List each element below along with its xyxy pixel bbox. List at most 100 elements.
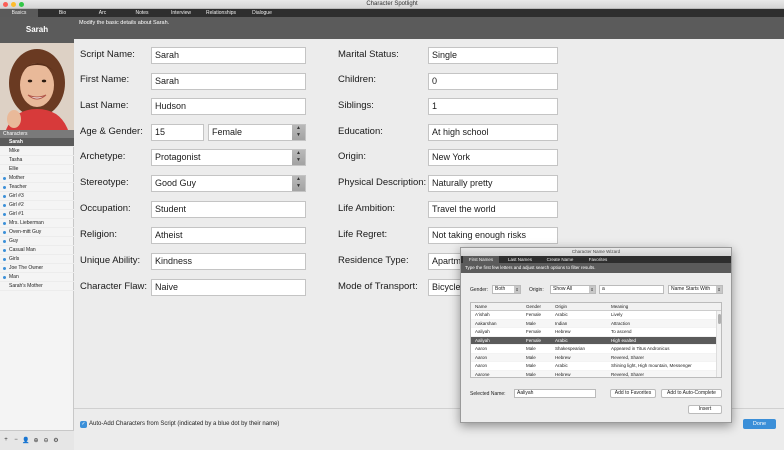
character-list-item[interactable]: Oven-mitt Guy [0,228,74,237]
character-list-item[interactable]: Joe The Owner [0,264,74,273]
wizard-search-input[interactable]: a [599,285,664,294]
names-table-row[interactable]: Aakarshan Male Indian Attraction [471,319,721,328]
person-icon[interactable]: 👤 [22,437,30,450]
tab-bio[interactable]: Bio [50,9,75,17]
minimize-window-button[interactable] [11,2,16,7]
insert-button[interactable]: Insert [688,405,722,414]
children-field[interactable]: 0 [428,73,558,90]
name-cell: Aaron [475,346,488,351]
stereotype-select[interactable]: Good Guy ▲ ▼ [151,175,306,192]
origin-field[interactable]: New York [428,149,558,166]
character-list-item[interactable]: Tasha [0,156,74,165]
character-flaw-field[interactable]: Naive [151,279,306,296]
script-name-field[interactable]: Sarah [151,47,306,64]
character-list-item[interactable]: Girl #2 [0,201,74,210]
wizard-match-select[interactable]: Name Starts With ⇕ [668,285,723,294]
plus-icon[interactable]: + [2,437,10,450]
names-table-row[interactable]: Aaron Male Shakespearian Appeared in Titus … [471,345,721,354]
gear-icon[interactable]: ⚙ [52,437,60,450]
zoom-window-button[interactable] [19,2,24,7]
archetype-label: Archetype: [80,151,126,162]
tab-interview[interactable]: Interview [165,9,197,17]
add-to-auto-complete-button[interactable]: Add to Auto-Complete [661,389,722,398]
origin-cell: Arabic [555,363,568,368]
age-field[interactable]: 15 [151,124,204,141]
zoom-in-icon[interactable]: ⊕ [32,437,40,450]
religion-field[interactable]: Atheist [151,227,306,244]
wizard-origin-value: Show All [553,286,573,292]
character-list-item[interactable]: Casual Man [0,246,74,255]
names-table-header: Name Gender Origin Meaning [471,303,721,311]
names-table-row[interactable]: Aaliyah Female Hebrew To ascend [471,328,721,337]
origin-cell: Hebrew [555,329,571,334]
column-gender-header[interactable]: Gender [526,303,541,311]
character-list-item-label: Mike [9,148,20,154]
names-table-row[interactable]: A'ishah Female Arabic Lively [471,311,721,320]
tab-relationships[interactable]: Relationships [202,9,240,17]
character-list-item-label: Oven-mitt Guy [9,229,42,235]
close-window-button[interactable] [3,2,8,7]
updown-arrows-icon: ⇕ [589,286,595,293]
occupation-field[interactable]: Student [151,201,306,218]
character-photo[interactable] [0,43,74,130]
column-name-header[interactable]: Name [475,303,487,311]
add-to-favorites-button[interactable]: Add to Favorites [610,389,656,398]
meaning-cell: Revered, Sharer [611,371,645,377]
unique-ability-field[interactable]: Kindness [151,253,306,270]
origin-cell: Arabic [555,312,568,317]
done-button[interactable]: Done [743,419,776,429]
names-table-scrollbar[interactable] [716,311,721,377]
scrollbar-thumb[interactable] [718,314,721,324]
life-regret-field[interactable]: Not taking enough risks [428,227,558,244]
character-list-item[interactable]: Sarah's Mother [0,282,74,291]
character-list-item-label: Sarah's Mother [9,283,43,289]
wizard-tab-last-names[interactable]: Last Names [503,256,537,263]
last-name-field[interactable]: Hudson [151,98,306,115]
name-wizard-dialog: Character Name Wizard First Names Last N… [460,247,732,423]
wizard-tab-favorites[interactable]: Favorites [583,256,613,263]
character-list-item[interactable]: Man [0,273,74,282]
tab-dialogue[interactable]: Dialogue [246,9,278,17]
character-list-item[interactable]: Guy [0,237,74,246]
archetype-select[interactable]: Protagonist ▲ ▼ [151,149,306,166]
character-list-item[interactable]: Ellie [0,165,74,174]
tab-arc[interactable]: Arc [90,9,115,17]
wizard-origin-label: Origin: [529,287,544,293]
wizard-gender-select[interactable]: Both ⇕ [492,285,521,294]
tab-basics[interactable]: Basics [0,9,38,17]
character-list-item-label: Joe The Owner [9,265,44,271]
physical-description-field[interactable]: Naturally pretty [428,175,558,192]
portrait-image [0,43,74,130]
tab-notes[interactable]: Notes [128,9,156,17]
character-list-item[interactable]: Girl #3 [0,192,74,201]
auto-add-checkbox[interactable]: ✓ [80,421,87,428]
column-meaning-header[interactable]: Meaning [611,303,628,311]
gender-select[interactable]: Female ▲ ▼ [208,124,306,141]
siblings-field[interactable]: 1 [428,98,558,115]
names-table-row[interactable]: Aaron Male Arabic Shining light, High mount… [471,362,721,371]
name-cell: Aaron [475,354,488,360]
character-list-item[interactable]: Mother [0,174,74,183]
wizard-tab-first-names[interactable]: First Names [463,256,499,263]
zoom-out-icon[interactable]: ⊖ [42,437,50,450]
column-origin-header[interactable]: Origin [555,303,567,311]
selected-name-field[interactable]: Aaliyah [514,389,596,398]
character-list-item[interactable]: Mike [0,147,74,156]
wizard-tab-create-name[interactable]: Create Name [541,256,579,263]
wizard-origin-select[interactable]: Show All ⇕ [550,285,596,294]
education-field[interactable]: At high school [428,124,558,141]
life-ambition-field[interactable]: Travel the world [428,201,558,218]
names-table-row[interactable]: Aaron Male Hebrew Revered, Sharer [471,353,721,362]
character-list-item[interactable]: Mrs. Lieberman [0,219,74,228]
minus-icon[interactable]: − [12,437,20,450]
names-table-row[interactable]: Aaliyah Female Arabic High exalted [471,336,721,345]
character-list-item[interactable]: Sarah [0,138,74,147]
auto-added-dot-icon [3,204,6,207]
names-table-row[interactable]: Aarone Male Hebrew Revered, Sharer [471,370,721,377]
character-list-item[interactable]: Teacher [0,183,74,192]
marital-status-field[interactable]: Single [428,47,558,64]
first-name-field[interactable]: Sarah [151,73,306,90]
section-instructions: Modify the basic details about Sarah. [79,20,170,26]
character-list-item[interactable]: Girl #1 [0,210,74,219]
character-list-item[interactable]: Girls [0,255,74,264]
